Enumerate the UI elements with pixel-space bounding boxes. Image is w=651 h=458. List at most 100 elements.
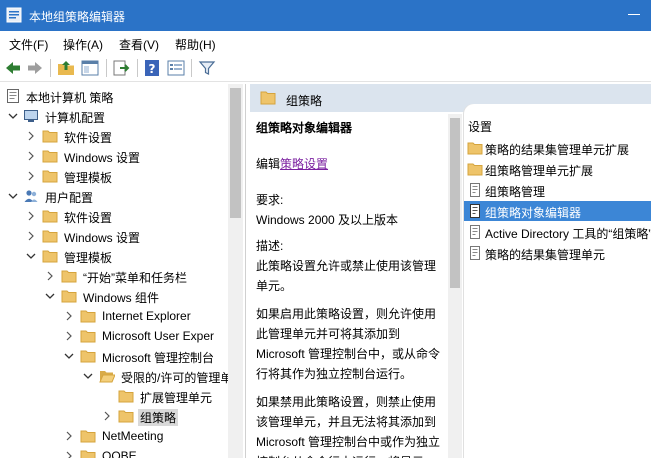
chevron-down-icon[interactable] — [6, 106, 20, 126]
list-item-label: 组策略对象编辑器 — [485, 206, 582, 220]
back-icon[interactable] — [3, 58, 23, 78]
folder-icon — [467, 142, 483, 155]
folder-icon — [61, 270, 77, 283]
menu-action[interactable]: 操作(A) — [63, 36, 103, 53]
menu-help[interactable]: 帮助(H) — [175, 36, 216, 53]
list-item[interactable]: 策略的结果集管理单元 — [464, 243, 651, 263]
chevron-right-icon[interactable] — [24, 166, 38, 186]
list-item-label: 组策略管理单元扩展 — [485, 164, 594, 178]
export-list-icon[interactable] — [111, 58, 131, 78]
description-title: 组策略对象编辑器 — [256, 121, 353, 135]
forward-icon[interactable] — [25, 58, 45, 78]
description-label: 描述: — [256, 239, 284, 253]
tree-label: 软件设置 — [64, 131, 113, 145]
window-title: 本地组策略编辑器 — [29, 10, 126, 24]
folder-icon — [42, 130, 58, 143]
chevron-right-icon[interactable] — [62, 326, 76, 346]
chevron-right-icon[interactable] — [24, 126, 38, 146]
help-icon[interactable]: ? — [142, 58, 162, 78]
folder-icon — [42, 250, 58, 263]
tree-label: OOBE — [102, 449, 137, 458]
menu-file[interactable]: 文件(F) — [9, 36, 48, 53]
folder-icon — [80, 450, 96, 458]
list-item[interactable]: 策略的结果集管理单元扩展 — [464, 138, 651, 158]
chevron-down-icon[interactable] — [6, 186, 20, 206]
folder-icon — [80, 430, 96, 443]
description-text-3: 如果禁用此策略设置，则禁止使用该管理单元，并且无法将其添加到 Microsoft… — [256, 395, 441, 458]
requirements-label: 要求: — [256, 193, 284, 207]
tree-label: Internet Explorer — [102, 309, 191, 323]
tree-label: 管理模板 — [64, 251, 113, 265]
policy-setting-icon — [470, 204, 480, 218]
chevron-right-icon[interactable] — [62, 446, 76, 458]
tree-label: 计算机配置 — [45, 111, 106, 125]
tree-scrollbar-thumb[interactable] — [230, 88, 241, 218]
folder-icon — [260, 91, 276, 105]
toolbar-separator — [106, 59, 107, 77]
chevron-right-icon[interactable] — [100, 406, 114, 426]
policy-editor-app-icon — [6, 7, 22, 23]
list-item-selected[interactable]: 组策略对象编辑器 — [464, 201, 651, 221]
minimize-button[interactable] — [628, 14, 640, 15]
tree-label: 扩展管理单元 — [140, 391, 213, 405]
toolbar: ? — [0, 54, 651, 82]
tree-label: Microsoft 管理控制台 — [102, 351, 215, 365]
list-item[interactable]: 组策略管理 — [464, 180, 651, 200]
folder-icon — [42, 230, 58, 243]
menu-bar: 文件(F) 操作(A) 查看(V) 帮助(H) — [0, 31, 651, 54]
edit-policy-link[interactable]: 策略设置 — [280, 157, 328, 171]
folder-icon — [80, 330, 96, 343]
users-icon — [24, 190, 38, 202]
navigation-tree: 本地计算机 策略 计算机配置 软件设置 Windows 设置 管理模板 用户配置 — [0, 84, 245, 458]
description-panel: 组策略对象编辑器 编辑策略设置 要求: Windows 2000 及以上版本 描… — [250, 112, 450, 458]
tree-label: 用户配置 — [45, 191, 94, 205]
chevron-down-icon[interactable] — [24, 246, 38, 266]
chevron-right-icon[interactable] — [24, 206, 38, 226]
chevron-down-icon[interactable] — [62, 346, 76, 366]
description-scrollbar-thumb[interactable] — [450, 118, 460, 288]
folder-icon — [61, 290, 77, 303]
tree-scrollbar[interactable] — [228, 84, 243, 458]
chevron-down-icon[interactable] — [81, 366, 95, 386]
folder-icon — [80, 350, 96, 363]
chevron-right-icon[interactable] — [43, 266, 57, 286]
chevron-right-icon[interactable] — [62, 306, 76, 326]
tree-label: Windows 设置 — [64, 151, 141, 165]
tree-label: NetMeeting — [102, 429, 164, 443]
tree-label: 受限的/许可的管理单 — [121, 371, 233, 385]
folder-icon — [42, 210, 58, 223]
computer-icon — [24, 110, 38, 122]
chevron-down-icon[interactable] — [43, 286, 57, 306]
svg-text:?: ? — [149, 62, 156, 76]
list-item-label: 策略的结果集管理单元 — [485, 248, 606, 262]
menu-view[interactable]: 查看(V) — [119, 36, 159, 53]
chevron-right-icon[interactable] — [24, 146, 38, 166]
filter-icon[interactable] — [197, 58, 217, 78]
properties-icon[interactable] — [166, 58, 186, 78]
show-hide-tree-icon[interactable] — [80, 58, 100, 78]
description-text-1: 此策略设置允许或禁止使用该管理单元。 — [256, 259, 437, 293]
folder-icon — [42, 150, 58, 163]
edit-policy-line: 编辑策略设置 — [256, 154, 444, 174]
tree-label: Windows 设置 — [64, 231, 141, 245]
settings-column-header[interactable]: 设置 — [468, 118, 492, 135]
up-folder-icon[interactable] — [56, 58, 76, 78]
description-scrollbar[interactable] — [448, 114, 462, 458]
list-item[interactable]: Active Directory 工具的“组策略” — [464, 222, 651, 242]
description-text-2: 如果启用此策略设置，则允许使用此管理单元并可将其添加到 Microsoft 管理… — [256, 307, 441, 381]
settings-list: 设置 策略的结果集管理单元扩展 组策略管理单元扩展 组策略管理 组策略对象编辑器… — [464, 104, 651, 458]
edit-prefix: 编辑 — [256, 157, 281, 171]
chevron-right-icon[interactable] — [62, 426, 76, 446]
requirements-value: Windows 2000 及以上版本 — [256, 213, 399, 227]
toolbar-separator — [50, 59, 51, 77]
tree-label: “开始”菜单和任务栏 — [83, 271, 187, 285]
title-bar: 本地组策略编辑器 — [0, 0, 651, 31]
folder-icon — [118, 390, 134, 403]
tree-label: Microsoft User Exper — [102, 329, 215, 343]
folder-icon — [118, 410, 134, 423]
chevron-right-icon[interactable] — [24, 226, 38, 246]
folder-icon — [467, 163, 483, 176]
policy-setting-icon — [470, 183, 480, 197]
list-item[interactable]: 组策略管理单元扩展 — [464, 159, 651, 179]
details-header-title: 组策略 — [286, 94, 323, 108]
